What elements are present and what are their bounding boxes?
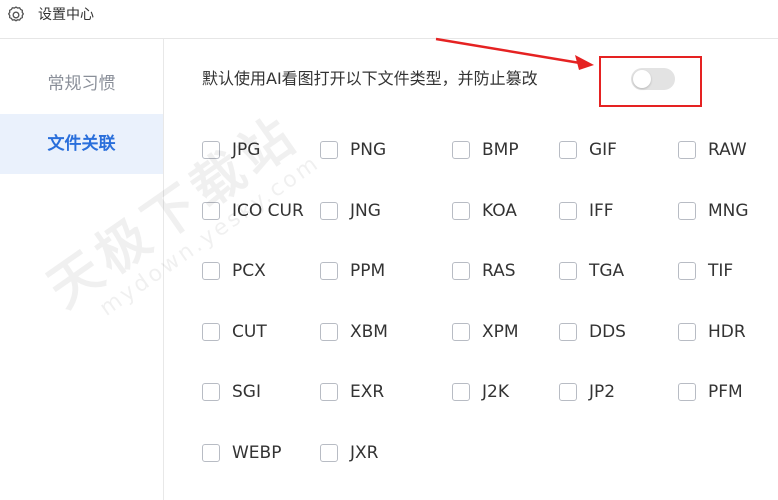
- filetype-checkbox-item[interactable]: TGA: [559, 260, 624, 282]
- filetype-checkbox-item[interactable]: KOA: [452, 200, 517, 222]
- checkbox[interactable]: [452, 202, 470, 220]
- annotation-highlight-box: [599, 56, 702, 107]
- checkbox[interactable]: [320, 141, 338, 159]
- checkbox[interactable]: [202, 262, 220, 280]
- filetype-checkbox-item[interactable]: XPM: [452, 321, 519, 343]
- filetype-label: SGI: [232, 382, 261, 402]
- filetype-label: XBM: [350, 322, 388, 342]
- filetype-label: JP2: [589, 382, 616, 402]
- filetype-label: KOA: [482, 201, 517, 221]
- checkbox[interactable]: [559, 202, 577, 220]
- filetype-label: IFF: [589, 201, 614, 221]
- checkbox[interactable]: [320, 202, 338, 220]
- filetype-checkbox-item[interactable]: MNG: [678, 200, 749, 222]
- filetype-checkbox-item[interactable]: XBM: [320, 321, 388, 343]
- filetype-checkbox-item[interactable]: ICO CUR: [202, 200, 304, 222]
- filetype-checkbox-item[interactable]: EXR: [320, 381, 384, 403]
- checkbox[interactable]: [452, 383, 470, 401]
- filetype-label: PFM: [708, 382, 743, 402]
- settings-window: 设置中心 常规习惯 文件关联 默认使用AI看图打开以下文件类型，并防止篡改 JP…: [0, 0, 778, 500]
- checkbox[interactable]: [678, 262, 696, 280]
- checkbox[interactable]: [320, 323, 338, 341]
- checkbox[interactable]: [678, 383, 696, 401]
- filetype-checkbox-item[interactable]: DDS: [559, 321, 626, 343]
- filetype-checkbox-item[interactable]: BMP: [452, 139, 519, 161]
- filetype-label: TIF: [708, 261, 734, 281]
- sidebar-item-file-association[interactable]: 文件关联: [0, 114, 163, 174]
- filetype-label: TGA: [589, 261, 625, 281]
- filetype-label: CUT: [232, 322, 267, 342]
- title-bar: 设置中心: [0, 0, 778, 39]
- filetype-label: MNG: [708, 201, 749, 221]
- filetype-checkbox-item[interactable]: WEBP: [202, 442, 281, 464]
- filetype-label: GIF: [589, 140, 617, 160]
- checkbox[interactable]: [559, 323, 577, 341]
- filetype-checkbox-item[interactable]: GIF: [559, 139, 617, 161]
- filetype-checkbox-item[interactable]: J2K: [452, 381, 509, 403]
- checkbox[interactable]: [678, 202, 696, 220]
- checkbox[interactable]: [202, 383, 220, 401]
- filetype-label: BMP: [482, 140, 519, 160]
- sidebar-item-general[interactable]: 常规习惯: [0, 54, 163, 114]
- filetype-label: J2K: [482, 382, 509, 402]
- filetype-label: HDR: [708, 322, 746, 342]
- checkbox[interactable]: [202, 444, 220, 462]
- filetype-checkbox-item[interactable]: RAW: [678, 139, 747, 161]
- checkbox[interactable]: [320, 262, 338, 280]
- checkbox[interactable]: [678, 323, 696, 341]
- filetype-checkbox-item[interactable]: PFM: [678, 381, 743, 403]
- filetype-checkbox-item[interactable]: TIF: [678, 260, 733, 282]
- filetype-checkbox-item[interactable]: PNG: [320, 139, 386, 161]
- checkbox[interactable]: [452, 141, 470, 159]
- checkbox[interactable]: [320, 444, 338, 462]
- filetype-label: EXR: [350, 382, 385, 402]
- filetype-label: ICO CUR: [232, 201, 304, 221]
- checkbox[interactable]: [202, 202, 220, 220]
- main-panel: 默认使用AI看图打开以下文件类型，并防止篡改 JPG PNG BMP GIF R…: [164, 37, 778, 500]
- filetype-checkbox-item[interactable]: PPM: [320, 260, 385, 282]
- checkbox[interactable]: [559, 262, 577, 280]
- checkbox[interactable]: [678, 141, 696, 159]
- filetype-checkbox-item[interactable]: RAS: [452, 260, 516, 282]
- filetype-checkbox-item[interactable]: SGI: [202, 381, 261, 403]
- checkbox[interactable]: [559, 383, 577, 401]
- filetype-label: XPM: [482, 322, 519, 342]
- filetype-label: DDS: [589, 322, 626, 342]
- window-title: 设置中心: [38, 7, 94, 23]
- sidebar: 常规习惯 文件关联: [0, 39, 164, 500]
- gear-icon: [8, 6, 25, 22]
- filetype-checkbox-item[interactable]: IFF: [559, 200, 614, 222]
- filetype-label: JPG: [232, 140, 261, 160]
- filetype-checkbox-item[interactable]: JXR: [320, 442, 378, 464]
- filetype-checkbox-item[interactable]: HDR: [678, 321, 746, 343]
- checkbox[interactable]: [320, 383, 338, 401]
- filetype-checkbox-item[interactable]: JPG: [202, 139, 260, 161]
- checkbox[interactable]: [452, 323, 470, 341]
- checkbox[interactable]: [452, 262, 470, 280]
- filetype-checkbox-item[interactable]: JP2: [559, 381, 615, 403]
- checkbox[interactable]: [202, 141, 220, 159]
- filetype-label: PPM: [350, 261, 386, 281]
- checkbox[interactable]: [559, 141, 577, 159]
- filetype-checkbox-item[interactable]: PCX: [202, 260, 266, 282]
- filetype-label: RAW: [708, 140, 747, 160]
- filetype-label: JXR: [350, 443, 379, 463]
- filetype-label: WEBP: [232, 443, 282, 463]
- filetype-checkbox-item[interactable]: JNG: [320, 200, 381, 222]
- filetype-label: PCX: [232, 261, 266, 281]
- filetype-label: RAS: [482, 261, 516, 281]
- filetype-label: PNG: [350, 140, 387, 160]
- annotation-arrow-icon: [435, 37, 594, 70]
- filetype-checkbox-item[interactable]: CUT: [202, 321, 267, 343]
- checkbox[interactable]: [202, 323, 220, 341]
- filetype-label: JNG: [350, 201, 381, 221]
